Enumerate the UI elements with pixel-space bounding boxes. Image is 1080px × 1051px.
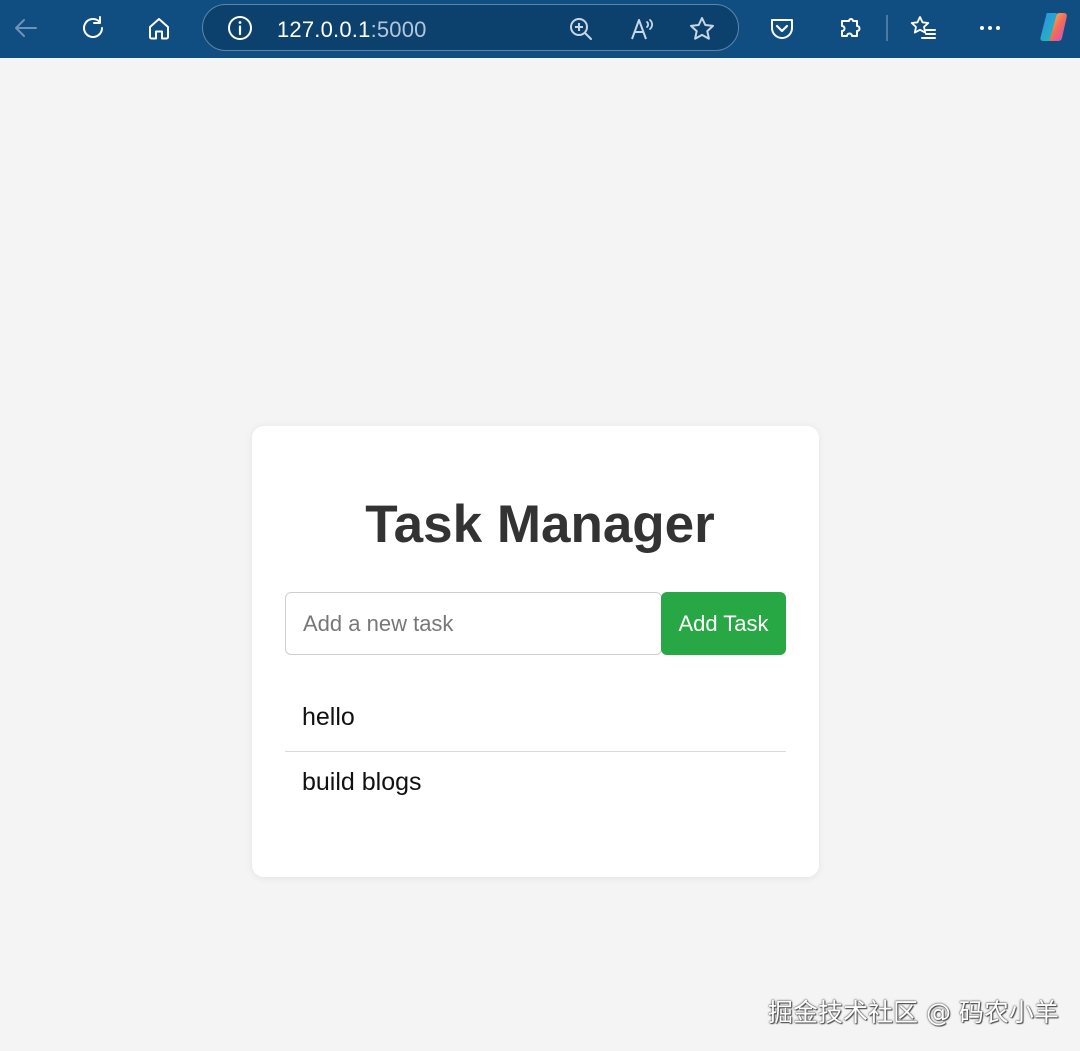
url-port: :5000 [370,17,427,42]
zoom-icon[interactable] [567,15,595,43]
toolbar-divider [886,15,888,41]
task-list: hello build blogs [285,687,786,817]
task-item[interactable]: build blogs [285,752,786,817]
browser-toolbar: 127.0.0.1:5000 [0,0,1080,58]
url-text[interactable]: 127.0.0.1:5000 [277,17,427,43]
favorite-star-icon[interactable] [688,15,716,43]
extensions-icon[interactable] [833,12,865,44]
task-item[interactable]: hello [285,687,786,752]
pocket-icon[interactable] [766,12,798,44]
page-title: Task Manager [365,495,715,554]
watermark: 掘金技术社区 @ 码农小羊 [768,998,1059,1027]
favorites-list-icon[interactable] [907,12,939,44]
copilot-icon[interactable] [1037,10,1071,44]
add-task-button[interactable]: Add Task [661,592,786,655]
back-icon[interactable] [10,12,42,44]
task-label: hello [302,703,355,731]
url-host: 127.0.0.1 [277,17,371,42]
address-bar[interactable]: 127.0.0.1:5000 [202,4,739,51]
info-icon[interactable] [227,15,253,41]
refresh-icon[interactable] [77,12,109,44]
home-icon[interactable] [143,12,175,44]
more-icon[interactable] [974,12,1006,44]
task-input[interactable] [285,592,662,655]
task-label: build blogs [302,768,422,796]
read-aloud-icon[interactable] [628,15,656,43]
